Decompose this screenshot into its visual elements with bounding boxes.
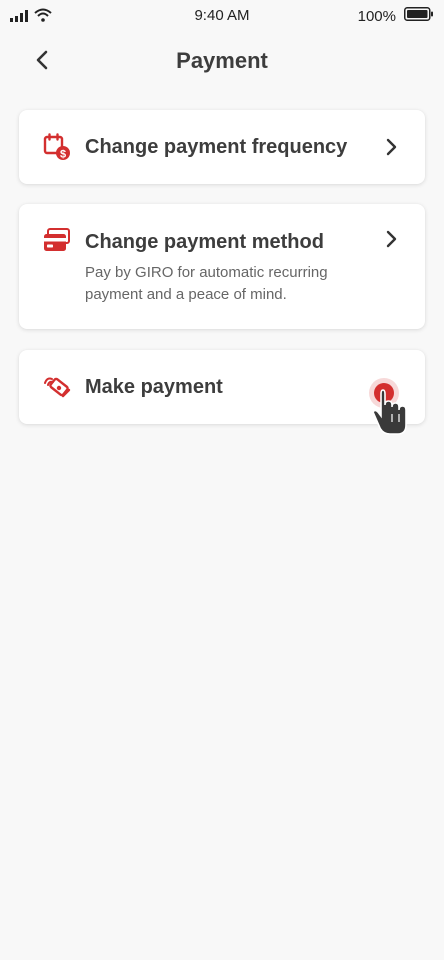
chevron-right-icon xyxy=(383,138,399,156)
status-bar: 9:40 AM 100% xyxy=(0,0,444,32)
card-description: Pay by GIRO for automatic recurring paym… xyxy=(85,264,328,303)
card-title: Change payment method xyxy=(85,231,324,253)
header: Payment xyxy=(0,40,444,84)
calendar-dollar-icon: $ xyxy=(43,133,71,161)
payment-screen: 9:40 AM 100% Payment $ Change payment fr… xyxy=(0,0,444,960)
svg-text:$: $ xyxy=(60,149,66,161)
card-title: Change payment frequency xyxy=(85,136,348,158)
card-title: Make payment xyxy=(85,376,223,398)
status-bar-right: 100% xyxy=(358,7,434,25)
credit-card-icon xyxy=(43,227,71,255)
touch-hand-icon xyxy=(364,376,414,440)
chevron-right-icon xyxy=(383,230,399,248)
page-title: Payment xyxy=(176,48,268,73)
battery-full-icon xyxy=(404,7,434,25)
battery-percent: 100% xyxy=(357,7,396,25)
change-payment-method-card[interactable]: Change payment method Pay by GIRO for au… xyxy=(19,204,425,329)
hand-payment-icon xyxy=(43,373,71,401)
change-payment-frequency-card[interactable]: $ Change payment frequency xyxy=(19,110,425,184)
